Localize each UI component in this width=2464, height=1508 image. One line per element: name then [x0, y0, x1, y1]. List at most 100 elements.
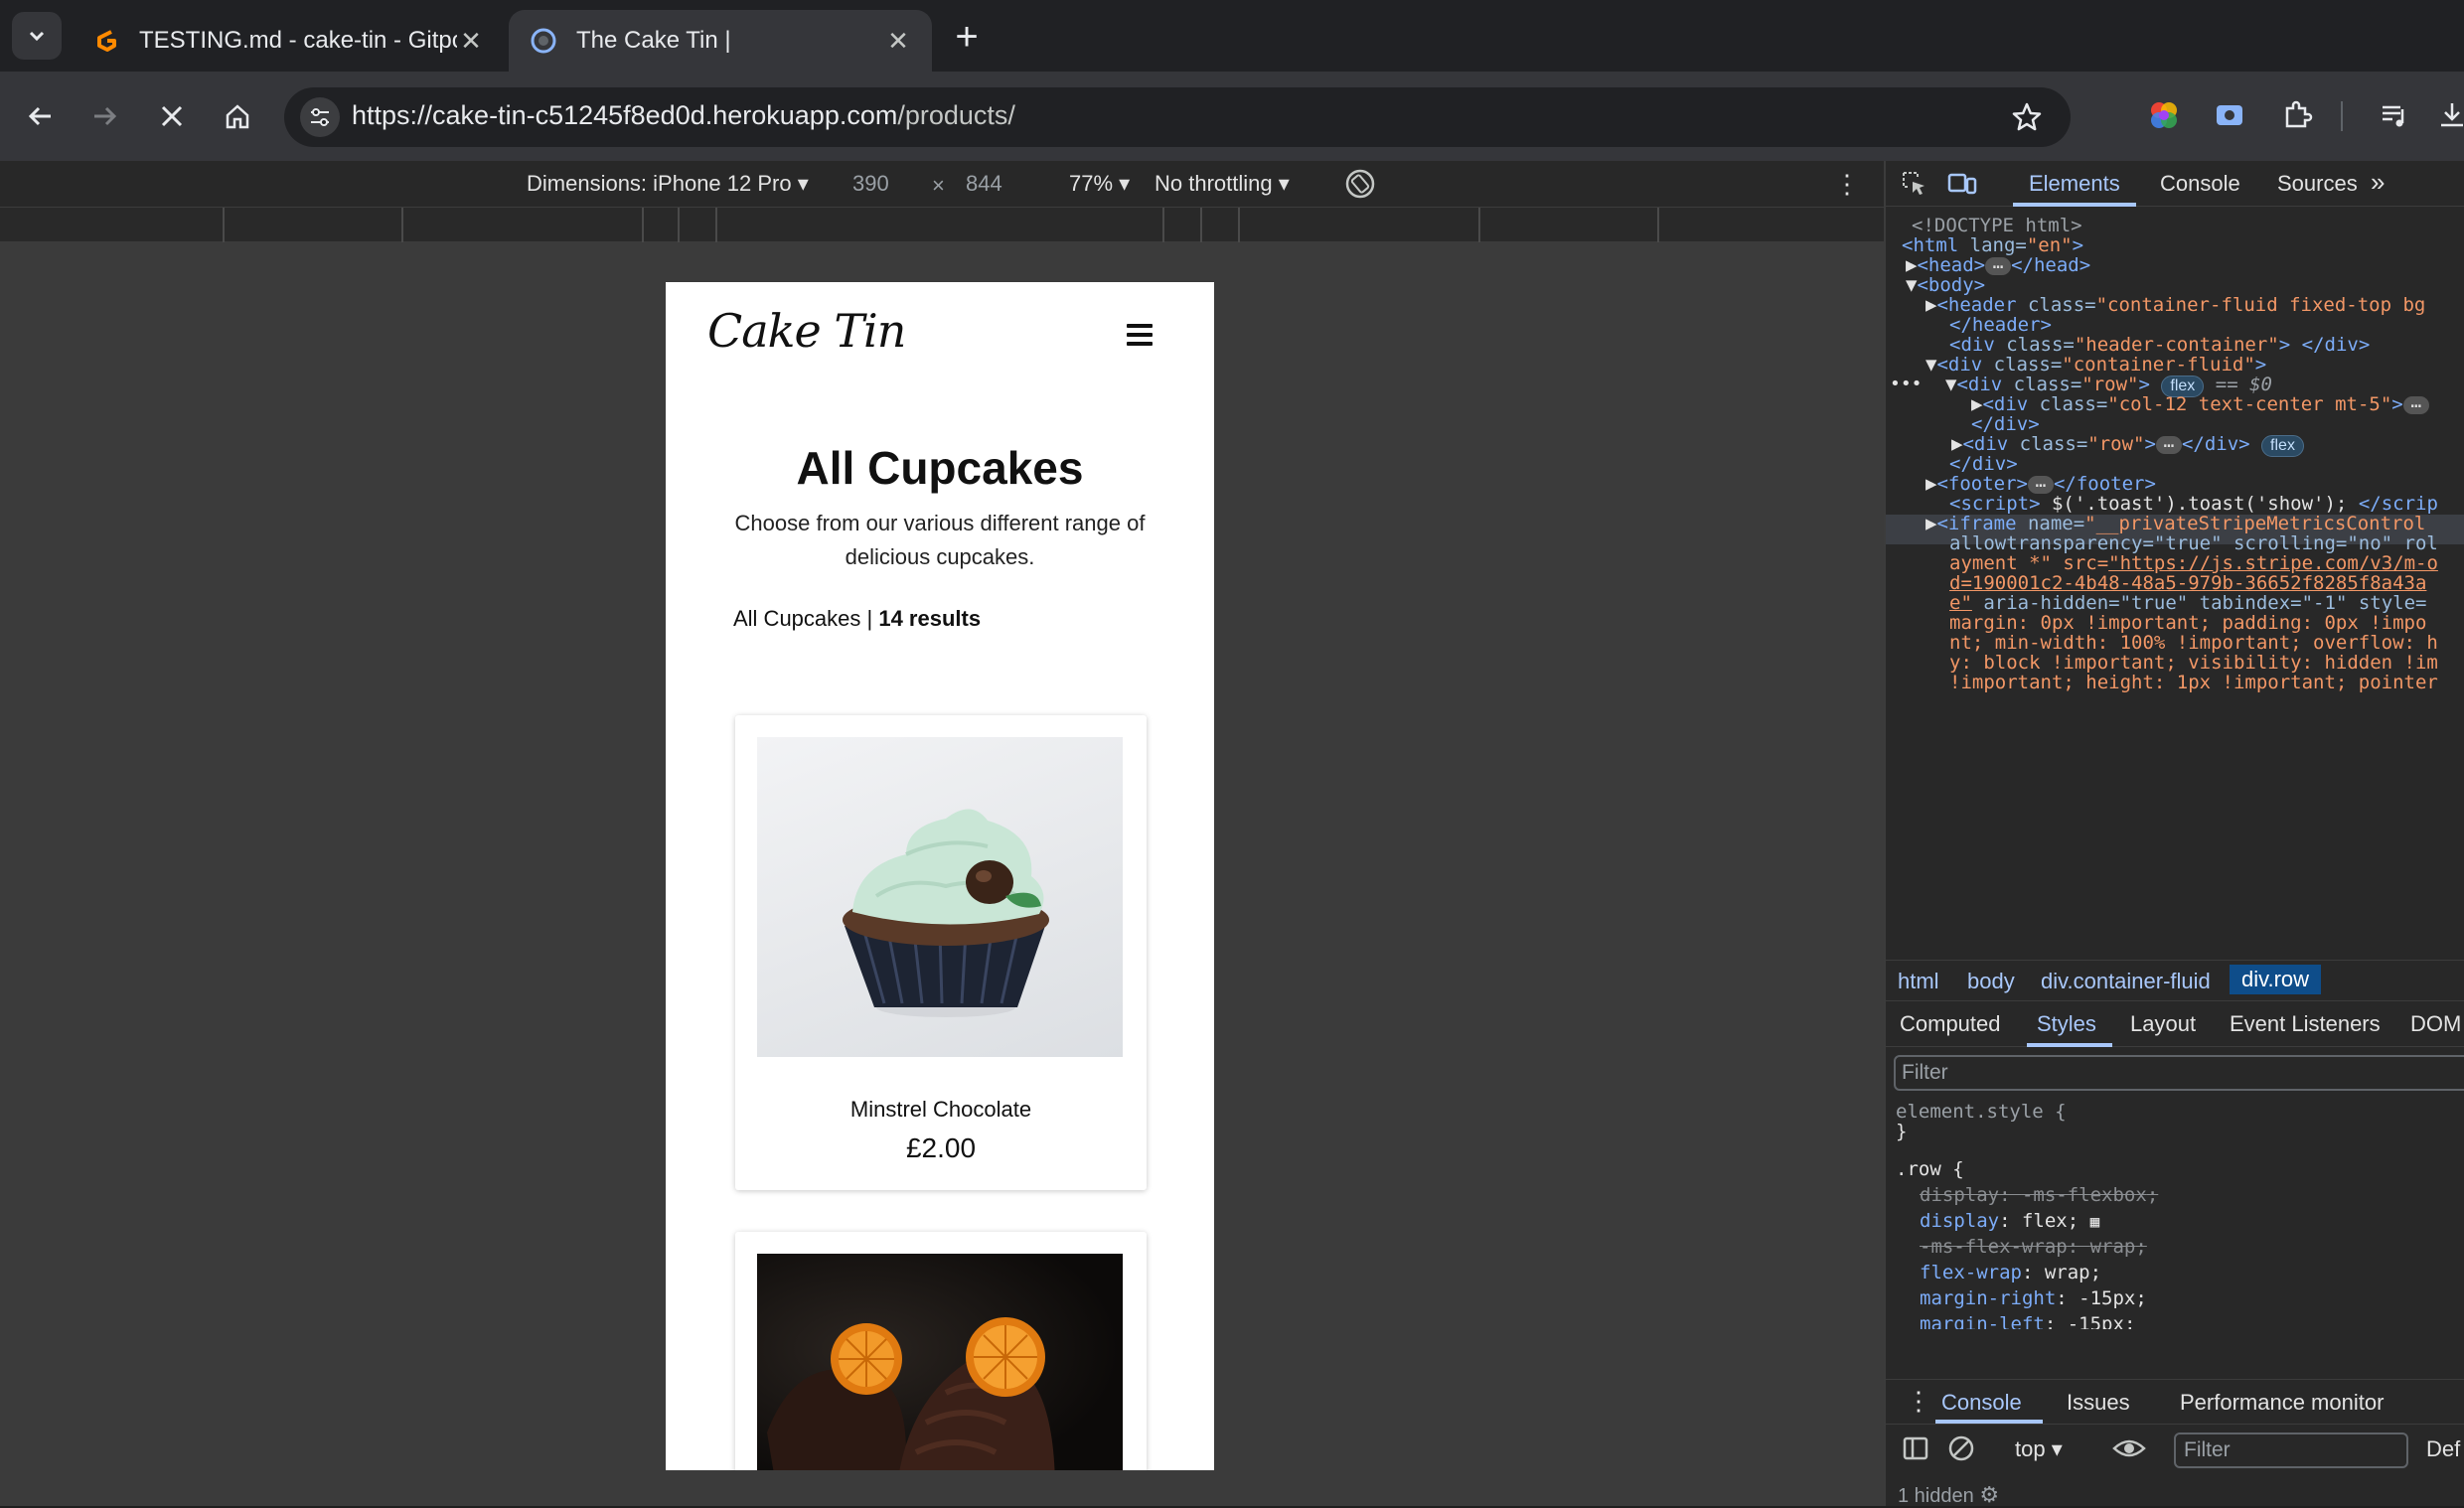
tab-testing-md[interactable]: TESTING.md - cake-tin - Gitpod ✕	[72, 10, 505, 72]
tab-elements[interactable]: Elements	[2029, 171, 2120, 197]
inspect-icon	[1903, 172, 1925, 195]
bookmark-button[interactable]	[2007, 97, 2047, 137]
console-filter-input[interactable]: Filter	[2174, 1433, 2408, 1468]
more-tabs-icon[interactable]: »	[2371, 167, 2385, 198]
forward-button[interactable]	[81, 93, 127, 139]
subtab-event-listeners[interactable]: Event Listeners	[2230, 1011, 2381, 1037]
download-icon	[2441, 103, 2463, 127]
drawer-tab-performance-monitor[interactable]: Performance monitor	[2180, 1390, 2384, 1416]
tab-console[interactable]: Console	[2160, 171, 2240, 197]
flex-badge[interactable]: flex	[2261, 435, 2304, 457]
inspect-element-button[interactable]	[1900, 169, 1927, 203]
breadcrumb-html[interactable]: html	[1898, 969, 1939, 994]
context-select[interactable]: top ▾	[2015, 1436, 2063, 1462]
site-info-button[interactable]	[300, 97, 340, 137]
subtab-computed[interactable]: Computed	[1900, 1011, 2001, 1037]
subtab-layout[interactable]: Layout	[2130, 1011, 2196, 1037]
breadcrumb-row[interactable]: div.row	[2230, 965, 2322, 994]
product-name[interactable]: Minstrel Chocolate	[735, 1097, 1147, 1123]
live-expression-button[interactable]	[2112, 1434, 2146, 1468]
console-sidebar-button[interactable]	[1902, 1434, 1929, 1468]
capture-icon	[2217, 105, 2242, 125]
hamburger-menu-icon[interactable]	[1127, 324, 1153, 346]
dom-line[interactable]: ▶<div class="col-12 text-center mt-5">…	[1971, 389, 2429, 419]
breadcrumb-body[interactable]: body	[1967, 969, 2015, 994]
tab-search-button[interactable]	[12, 12, 62, 60]
clear-console-button[interactable]	[1947, 1434, 1975, 1468]
url-path: /products/	[897, 100, 1015, 130]
throttling-select[interactable]: No throttling ▾	[1155, 171, 1290, 197]
product-price: £2.00	[905, 1132, 977, 1163]
tab-cake-tin[interactable]: The Cake Tin | ✕	[509, 10, 932, 72]
new-tab-button[interactable]: +	[946, 17, 988, 60]
rule-selector[interactable]: .row {	[1896, 1156, 1964, 1183]
throttling-label: No throttling	[1155, 171, 1273, 196]
hidden-messages-count: 1 hidden ⚙	[1898, 1482, 2000, 1507]
more-options-icon[interactable]: ⋮	[1834, 169, 1860, 200]
style-property-overridden[interactable]: display: -ms-flexbox;	[1920, 1182, 2158, 1209]
star-icon	[2012, 102, 2042, 131]
subtab-dom[interactable]: DOM	[2410, 1011, 2461, 1037]
product-card[interactable]: Minstrel Chocolate £2.00	[735, 715, 1147, 1190]
devtools-main-tabs: Elements Console Sources »	[1886, 161, 2464, 207]
media-query-ruler	[0, 207, 1884, 243]
style-property-overridden[interactable]: -ms-flex-wrap: wrap;	[1920, 1234, 2147, 1261]
settings-icon[interactable]: ⚙	[1979, 1482, 1999, 1507]
rotate-icon	[1345, 169, 1375, 199]
active-tab-indicator	[2013, 203, 2136, 207]
home-button[interactable]	[215, 93, 260, 139]
device-height-input[interactable]: 844	[966, 171, 1002, 197]
back-button[interactable]	[18, 93, 64, 139]
results-summary: All Cupcakes | 14 results	[733, 606, 981, 632]
downloads-button[interactable]	[2430, 93, 2464, 137]
zoom-select[interactable]: 77% ▾	[1069, 171, 1130, 197]
color-extension-button[interactable]	[2142, 93, 2186, 137]
address-bar[interactable]: https://cake-tin-c51245f8ed0d.herokuapp.…	[284, 87, 2071, 147]
stop-loading-button[interactable]	[149, 93, 195, 139]
tab-title: TESTING.md - cake-tin - Gitpod	[139, 27, 457, 54]
style-property[interactable]: margin-right: -15px;	[1920, 1285, 2147, 1312]
extensions-button[interactable]	[2275, 93, 2319, 137]
loading-spinner-icon	[531, 28, 556, 54]
breadcrumb-container-fluid[interactable]: div.container-fluid	[2041, 969, 2211, 994]
product-card[interactable]	[735, 1232, 1147, 1470]
tab-close-icon[interactable]: ✕	[457, 26, 485, 57]
node-actions-icon[interactable]: •••	[1890, 370, 1923, 399]
tab-sources[interactable]: Sources	[2277, 171, 2358, 197]
rule-element-style[interactable]: element.style {	[1896, 1099, 2067, 1126]
screen-capture-extension-button[interactable]	[2208, 93, 2251, 137]
device-dimensions-select[interactable]: Dimensions: iPhone 12 Pro ▾	[527, 171, 809, 197]
device-mode-icon	[1947, 173, 1977, 195]
results-category: All Cupcakes |	[733, 606, 879, 631]
flexbox-editor-icon[interactable]: ▦	[2090, 1212, 2100, 1231]
device-toggle-button[interactable]	[1947, 169, 1977, 203]
style-property[interactable]: flex-wrap: wrap;	[1920, 1260, 2101, 1286]
subtab-styles[interactable]: Styles	[2037, 1011, 2096, 1037]
tab-close-icon[interactable]: ✕	[884, 26, 912, 57]
styles-filter-input[interactable]: Filter	[1894, 1055, 2464, 1091]
reading-list-button[interactable]	[2373, 93, 2416, 137]
dom-tree: <!DOCTYPE html> <html lang="en"> ▶<head>…	[1886, 211, 2464, 956]
url-text: https://cake-tin-c51245f8ed0d.herokuapp.…	[352, 100, 1015, 131]
browser-toolbar: https://cake-tin-c51245f8ed0d.herokuapp.…	[0, 72, 2464, 161]
rotate-button[interactable]	[1343, 167, 1377, 207]
drawer-tab-issues[interactable]: Issues	[2067, 1390, 2130, 1416]
active-drawer-tab-indicator	[1935, 1420, 2043, 1424]
devtools-panel: Elements Console Sources » <!DOCTYPE htm…	[1884, 161, 2464, 1507]
log-levels-select[interactable]: Def	[2426, 1436, 2460, 1462]
sidebar-icon	[1903, 1436, 1928, 1460]
style-property[interactable]: display: flex; ▦	[1920, 1208, 2099, 1235]
site-logo[interactable]: Cake Tin	[707, 304, 906, 358]
drawer-tab-console[interactable]: Console	[1941, 1390, 2022, 1416]
console-toolbar: top ▾ Filter Def	[1886, 1425, 2464, 1474]
product-image[interactable]	[757, 1254, 1123, 1470]
close-icon	[161, 105, 183, 127]
drawer-menu-icon[interactable]: ⋮	[1906, 1386, 1931, 1417]
device-width-input[interactable]: 390	[852, 171, 889, 197]
style-property[interactable]: margin-left: -15px;	[1920, 1311, 2135, 1329]
product-image[interactable]	[757, 737, 1123, 1057]
rule-close: }	[1896, 1121, 1908, 1142]
dom-line[interactable]: !important; height: 1px !important; poin…	[1949, 668, 2438, 697]
gitpod-favicon-icon	[97, 30, 116, 52]
puzzle-icon	[2285, 100, 2313, 128]
